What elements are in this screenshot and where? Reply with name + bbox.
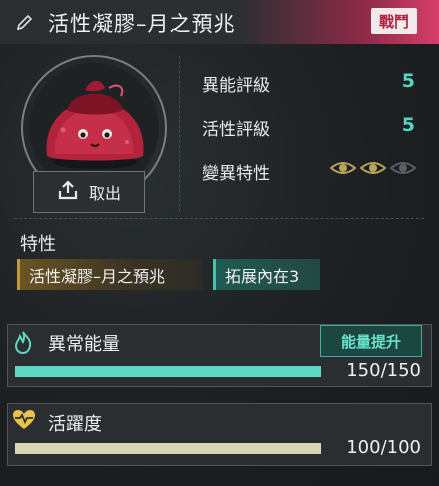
energy-bar-fill	[15, 366, 321, 377]
ability-rating-label: 異能評級	[202, 76, 270, 96]
panel-header: 活性凝膠–月之預兆 戰鬥	[0, 0, 439, 44]
trait-tag-label: 活性凝膠–月之預兆	[29, 266, 166, 286]
vitality-label: 活躍度	[48, 414, 102, 435]
activity-rating-label: 活性評級	[202, 120, 270, 140]
flame-icon	[12, 330, 34, 358]
ability-rating-value: 5	[401, 70, 415, 92]
activity-rating-value: 5	[401, 114, 415, 136]
energy-bar	[15, 366, 321, 377]
energy-value: 150/150	[346, 360, 421, 381]
mutation-trait-label: 變異特性	[202, 164, 270, 184]
divider-vertical	[179, 56, 180, 212]
character-panel: 活性凝膠–月之預兆 戰鬥 取出 異能評級 5 活性評級 5 變異特性 特性 活性…	[0, 0, 439, 486]
energy-label: 異常能量	[48, 334, 120, 355]
eye-icon	[329, 159, 357, 181]
heart-pulse-icon	[12, 409, 36, 435]
vitality-bar-fill	[15, 443, 321, 454]
item-title[interactable]: 活性凝膠–月之預兆	[48, 8, 236, 38]
edit-icon[interactable]	[15, 12, 35, 32]
traits-title: 特性	[20, 234, 56, 255]
upload-icon	[57, 179, 79, 205]
mutation-trait-eyes[interactable]	[329, 159, 417, 181]
trait-tag-primary[interactable]: 活性凝膠–月之預兆	[17, 259, 203, 290]
trait-tag-secondary[interactable]: 拓展內在3	[213, 259, 320, 290]
divider-horizontal	[14, 218, 424, 219]
eye-icon	[359, 159, 387, 181]
avatar	[33, 70, 157, 184]
trait-tag-label: 拓展內在3	[225, 266, 300, 286]
take-out-button[interactable]: 取出	[33, 171, 145, 213]
eye-icon	[389, 159, 417, 181]
energy-boost-button[interactable]: 能量提升	[320, 325, 422, 357]
vitality-value: 100/100	[346, 437, 421, 458]
combat-badge: 戰鬥	[371, 8, 417, 34]
vitality-bar	[15, 443, 321, 454]
take-out-label: 取出	[88, 184, 121, 203]
